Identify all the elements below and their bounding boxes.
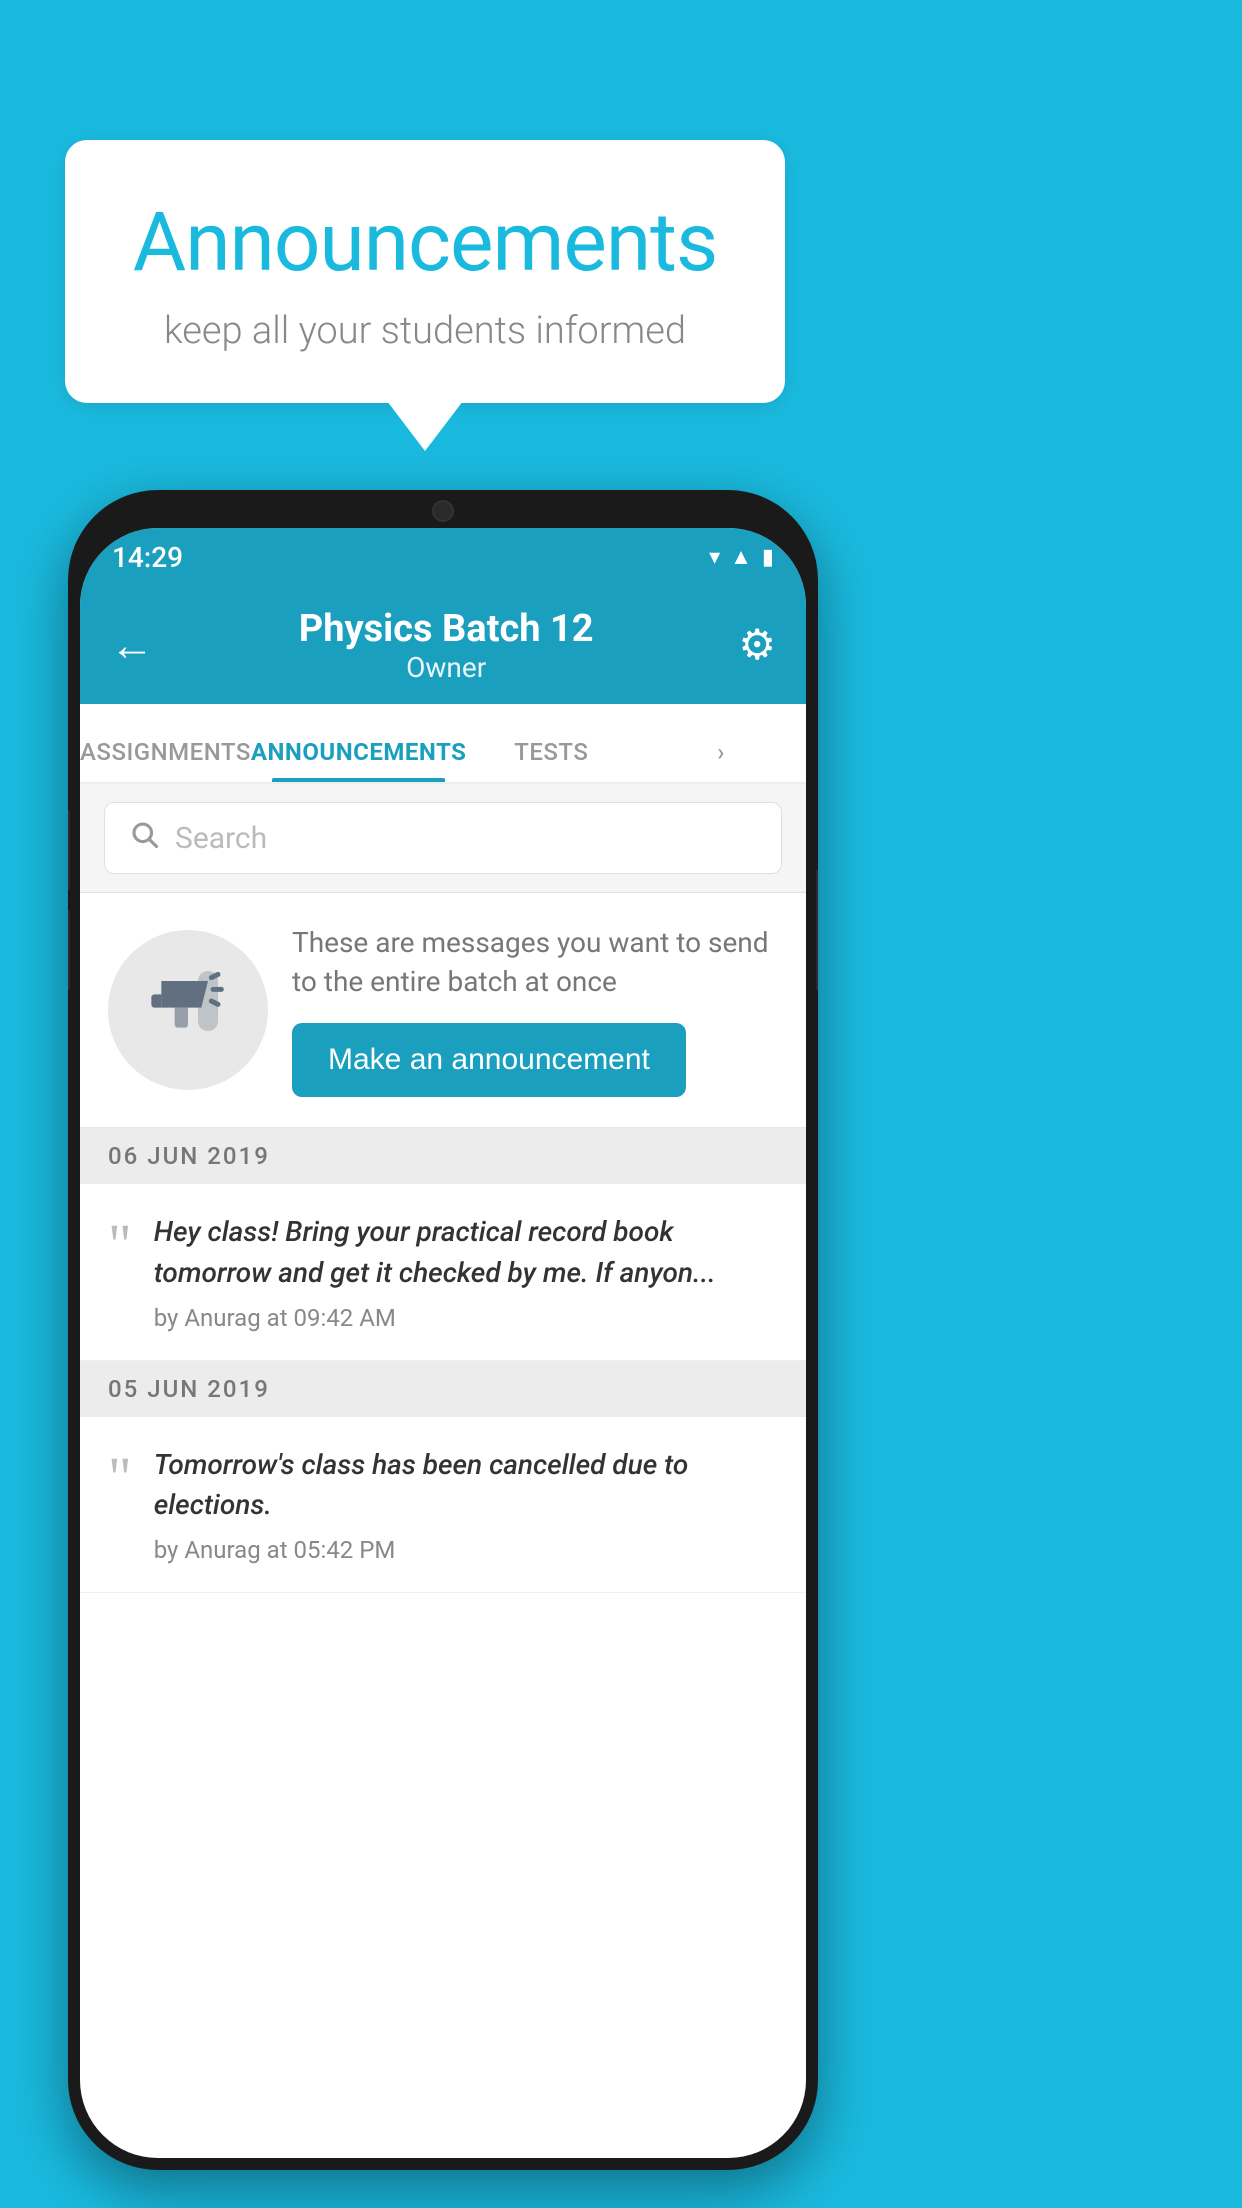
promo-icon-circle [108,930,268,1090]
tab-assignments[interactable]: ASSIGNMENTS [80,738,251,782]
back-button[interactable]: ← [110,619,154,671]
tab-more[interactable]: › [636,738,806,782]
phone-frame: 14:29 ▾ ▲ ▮ ← Physics Batch 12 Owner ⚙ A… [68,490,818,2170]
promo-description: These are messages you want to send to t… [292,923,778,1001]
signal-icon: ▲ [730,544,752,570]
announcement-text-2: Tomorrow's class has been cancelled due … [154,1445,778,1526]
app-bar: ← Physics Batch 12 Owner ⚙ [80,586,806,704]
wifi-icon: ▾ [709,545,720,570]
announcement-item-1[interactable]: " Hey class! Bring your practical record… [80,1184,806,1360]
search-bar[interactable]: Search [104,802,782,874]
app-bar-subtitle: Owner [299,651,594,684]
tab-tests[interactable]: TESTS [466,738,636,782]
settings-icon[interactable]: ⚙ [738,620,776,670]
announcement-item-2[interactable]: " Tomorrow's class has been cancelled du… [80,1417,806,1593]
status-time: 14:29 [112,541,183,574]
status-icons: ▾ ▲ ▮ [709,544,774,570]
speech-bubble: Announcements keep all your students inf… [65,140,785,403]
speech-bubble-subtitle: keep all your students informed [125,309,725,353]
promo-content: These are messages you want to send to t… [292,923,778,1097]
phone-screen: 14:29 ▾ ▲ ▮ ← Physics Batch 12 Owner ⚙ A… [80,528,806,2158]
speech-bubble-title: Announcements [125,195,725,291]
quote-icon-1: " [108,1216,132,1331]
search-container: Search [80,784,806,893]
announcement-promo: These are messages you want to send to t… [80,893,806,1128]
speech-bubble-container: Announcements keep all your students inf… [65,140,785,403]
quote-icon-2: " [108,1449,132,1564]
volume-down-button[interactable] [68,910,70,990]
tab-announcements[interactable]: ANNOUNCEMENTS [251,738,467,782]
date-separator-2: 05 JUN 2019 [80,1361,806,1417]
announcement-text-1: Hey class! Bring your practical record b… [154,1212,778,1293]
announcement-meta-1: by Anurag at 09:42 AM [154,1304,778,1332]
megaphone-icon [148,961,228,1059]
search-placeholder: Search [175,821,267,856]
status-bar: 14:29 ▾ ▲ ▮ [80,528,806,586]
announcement-content-1: Hey class! Bring your practical record b… [154,1212,778,1331]
date-separator-1: 06 JUN 2019 [80,1128,806,1184]
announcement-meta-2: by Anurag at 05:42 PM [154,1536,778,1564]
power-button[interactable] [816,870,818,990]
announcement-content-2: Tomorrow's class has been cancelled due … [154,1445,778,1564]
make-announcement-button[interactable]: Make an announcement [292,1023,686,1097]
volume-up-button[interactable] [68,810,70,890]
battery-icon: ▮ [762,545,774,570]
search-icon [129,819,159,857]
app-bar-title-group: Physics Batch 12 Owner [299,607,594,684]
phone-notch [363,490,523,528]
phone-camera [432,500,454,522]
tab-bar: ASSIGNMENTS ANNOUNCEMENTS TESTS › [80,704,806,784]
app-bar-title: Physics Batch 12 [299,607,594,651]
